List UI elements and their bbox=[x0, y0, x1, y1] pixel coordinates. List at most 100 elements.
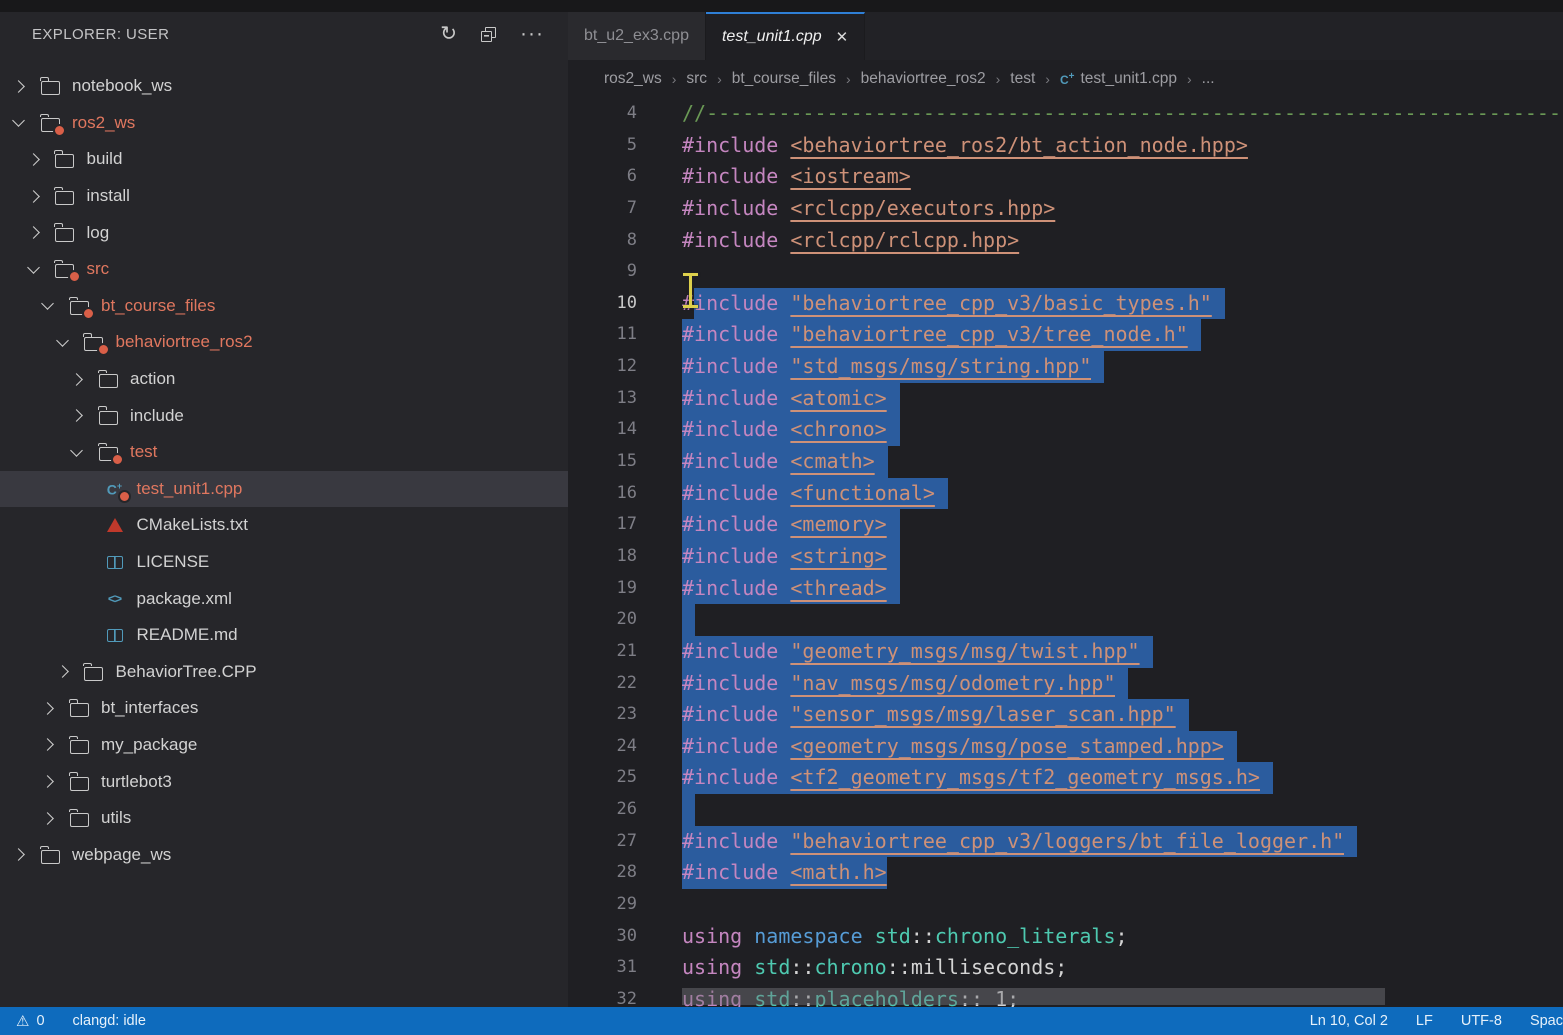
line-number[interactable]: 10 bbox=[568, 288, 682, 320]
line-number[interactable]: 30 bbox=[568, 921, 682, 953]
tab-test-unit1-cpp[interactable]: test_unit1.cpp✕ bbox=[706, 12, 865, 60]
line-number[interactable]: 17 bbox=[568, 509, 682, 541]
line-number[interactable]: 9 bbox=[568, 256, 682, 288]
tree-folder-ros2-ws[interactable]: ros2_ws bbox=[0, 105, 568, 142]
tree-folder-include[interactable]: include bbox=[0, 397, 568, 434]
code-line-5[interactable]: 5#include <behaviortree_ros2/bt_action_n… bbox=[568, 130, 1563, 162]
code-line-25[interactable]: 25#include <tf2_geometry_msgs/tf2_geomet… bbox=[568, 762, 1563, 794]
code-line-15[interactable]: 15#include <cmath> bbox=[568, 446, 1563, 478]
breadcrumb-item[interactable]: ... bbox=[1202, 70, 1215, 88]
line-number[interactable]: 28 bbox=[568, 857, 682, 889]
line-number[interactable]: 15 bbox=[568, 446, 682, 478]
line-number[interactable]: 13 bbox=[568, 383, 682, 415]
code-line-11[interactable]: 11#include "behaviortree_cpp_v3/tree_nod… bbox=[568, 319, 1563, 351]
clangd-status[interactable]: clangd: idle bbox=[73, 1013, 146, 1029]
tree-file-readme-md[interactable]: README.md bbox=[0, 617, 568, 654]
tree-folder-behaviortree-ros2[interactable]: behaviortree_ros2 bbox=[0, 324, 568, 361]
code-line-29[interactable]: 29 bbox=[568, 889, 1563, 921]
breadcrumb-item[interactable]: src bbox=[686, 70, 707, 88]
code-line-8[interactable]: 8#include <rclcpp/rclcpp.hpp> bbox=[568, 225, 1563, 257]
line-number[interactable]: 11 bbox=[568, 319, 682, 351]
line-number[interactable]: 6 bbox=[568, 161, 682, 193]
code-line-9[interactable]: 9 bbox=[568, 256, 1563, 288]
status-encoding[interactable]: UTF-8 bbox=[1461, 1013, 1502, 1029]
problems-indicator[interactable]: ⚠ 0 bbox=[16, 1012, 45, 1030]
breadcrumb-item[interactable]: ros2_ws bbox=[604, 70, 662, 88]
horizontal-scrollbar[interactable] bbox=[682, 988, 1385, 1005]
tree-folder-notebook-ws[interactable]: notebook_ws bbox=[0, 68, 568, 105]
code-line-28[interactable]: 28#include <math.h> bbox=[568, 857, 1563, 889]
code-line-20[interactable]: 20 bbox=[568, 604, 1563, 636]
line-number[interactable]: 26 bbox=[568, 794, 682, 826]
code-line-13[interactable]: 13#include <atomic> bbox=[568, 383, 1563, 415]
tree-folder-turtlebot3[interactable]: turtlebot3 bbox=[0, 763, 568, 800]
status-eol-sequence[interactable]: LF bbox=[1416, 1013, 1433, 1029]
tree-folder-webpage-ws[interactable]: webpage_ws bbox=[0, 836, 568, 873]
ellipsis-icon[interactable]: ··· bbox=[520, 29, 544, 39]
line-number[interactable]: 8 bbox=[568, 225, 682, 257]
code-line-30[interactable]: 30using namespace std::chrono_literals; bbox=[568, 921, 1563, 953]
line-number[interactable]: 23 bbox=[568, 699, 682, 731]
line-number[interactable]: 5 bbox=[568, 130, 682, 162]
tree-folder-src[interactable]: src bbox=[0, 251, 568, 288]
refresh-icon[interactable]: ↻ bbox=[440, 24, 457, 44]
tab-bt-u2-ex3-cpp[interactable]: bt_u2_ex3.cpp bbox=[568, 12, 706, 60]
code-line-7[interactable]: 7#include <rclcpp/executors.hpp> bbox=[568, 193, 1563, 225]
tree-folder-bt-course-files[interactable]: bt_course_files bbox=[0, 288, 568, 325]
code-line-17[interactable]: 17#include <memory> bbox=[568, 509, 1563, 541]
code-line-23[interactable]: 23#include "sensor_msgs/msg/laser_scan.h… bbox=[568, 699, 1563, 731]
code-line-21[interactable]: 21#include "geometry_msgs/msg/twist.hpp" bbox=[568, 636, 1563, 668]
tree-file-test-unit1-cpp[interactable]: C+test_unit1.cpp bbox=[0, 471, 568, 508]
tree-folder-install[interactable]: install bbox=[0, 178, 568, 215]
status-indentation[interactable]: Spac bbox=[1530, 1013, 1563, 1029]
code-line-18[interactable]: 18#include <string> bbox=[568, 541, 1563, 573]
code-line-12[interactable]: 12#include "std_msgs/msg/string.hpp" bbox=[568, 351, 1563, 383]
tree-folder-behaviortree-cpp[interactable]: BehaviorTree.CPP bbox=[0, 654, 568, 691]
code-line-31[interactable]: 31using std::chrono::milliseconds; bbox=[568, 952, 1563, 984]
line-number[interactable]: 18 bbox=[568, 541, 682, 573]
tab-close-icon[interactable]: ✕ bbox=[836, 28, 849, 46]
status-cursor-position[interactable]: Ln 10, Col 2 bbox=[1310, 1013, 1388, 1029]
code-line-4[interactable]: 4//-------------------------------------… bbox=[568, 98, 1563, 130]
code-line-24[interactable]: 24#include <geometry_msgs/msg/pose_stamp… bbox=[568, 731, 1563, 763]
code-line-27[interactable]: 27#include "behaviortree_cpp_v3/loggers/… bbox=[568, 826, 1563, 858]
line-number[interactable]: 21 bbox=[568, 636, 682, 668]
tree-file-package-xml[interactable]: <>package.xml bbox=[0, 580, 568, 617]
code-line-6[interactable]: 6#include <iostream> bbox=[568, 161, 1563, 193]
code-editor[interactable]: 4//-------------------------------------… bbox=[568, 98, 1563, 1007]
code-line-19[interactable]: 19#include <thread> bbox=[568, 573, 1563, 605]
line-number[interactable]: 14 bbox=[568, 414, 682, 446]
line-number[interactable]: 27 bbox=[568, 826, 682, 858]
tree-file-license[interactable]: LICENSE bbox=[0, 544, 568, 581]
tree-file-cmakelists-txt[interactable]: CMakeLists.txt bbox=[0, 507, 568, 544]
line-number[interactable]: 22 bbox=[568, 668, 682, 700]
tree-folder-test[interactable]: test bbox=[0, 434, 568, 471]
breadcrumb-item[interactable]: behaviortree_ros2 bbox=[861, 70, 986, 88]
line-number[interactable]: 20 bbox=[568, 604, 682, 636]
code-line-22[interactable]: 22#include "nav_msgs/msg/odometry.hpp" bbox=[568, 668, 1563, 700]
breadcrumb-item[interactable]: bt_course_files bbox=[732, 70, 836, 88]
collapse-folders-icon[interactable] bbox=[481, 27, 496, 42]
tree-folder-action[interactable]: action bbox=[0, 361, 568, 398]
breadcrumb-item[interactable]: C+test_unit1.cpp bbox=[1060, 70, 1177, 88]
code-line-26[interactable]: 26 bbox=[568, 794, 1563, 826]
tree-folder-build[interactable]: build bbox=[0, 141, 568, 178]
line-number[interactable]: 16 bbox=[568, 478, 682, 510]
line-number[interactable]: 25 bbox=[568, 762, 682, 794]
code-line-10[interactable]: 10#include "behaviortree_cpp_v3/basic_ty… bbox=[568, 288, 1563, 320]
code-line-16[interactable]: 16#include <functional> bbox=[568, 478, 1563, 510]
tree-folder-bt-interfaces[interactable]: bt_interfaces bbox=[0, 690, 568, 727]
line-number[interactable]: 29 bbox=[568, 889, 682, 921]
line-number[interactable]: 19 bbox=[568, 573, 682, 605]
line-number[interactable]: 4 bbox=[568, 98, 682, 130]
line-number[interactable]: 24 bbox=[568, 731, 682, 763]
line-number[interactable]: 7 bbox=[568, 193, 682, 225]
tree-folder-log[interactable]: log bbox=[0, 214, 568, 251]
line-number[interactable]: 12 bbox=[568, 351, 682, 383]
tree-folder-utils[interactable]: utils bbox=[0, 800, 568, 837]
code-line-14[interactable]: 14#include <chrono> bbox=[568, 414, 1563, 446]
line-number[interactable]: 31 bbox=[568, 952, 682, 984]
line-number[interactable]: 32 bbox=[568, 984, 682, 1007]
tree-folder-my-package[interactable]: my_package bbox=[0, 727, 568, 764]
breadcrumb-item[interactable]: test bbox=[1010, 70, 1035, 88]
